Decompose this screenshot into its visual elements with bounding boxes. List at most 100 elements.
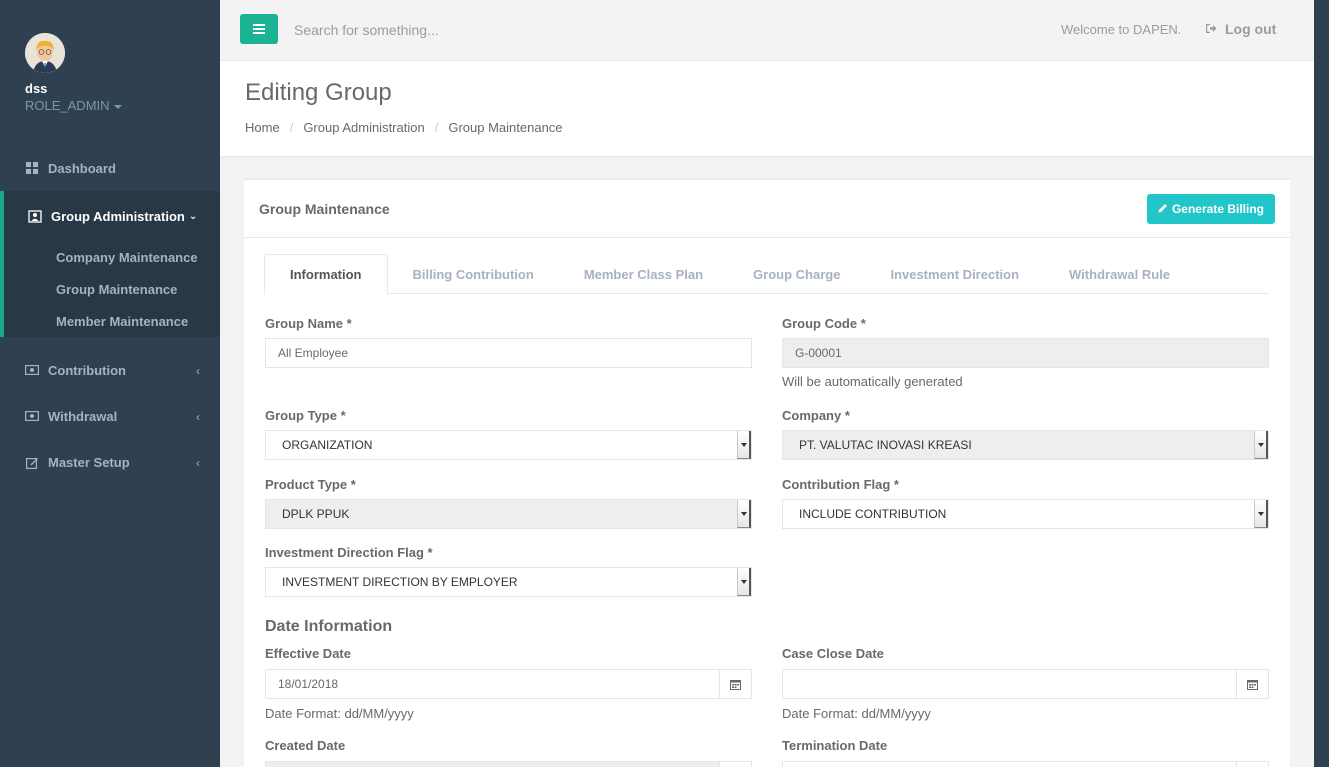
avatar[interactable] xyxy=(25,33,65,73)
tab-information[interactable]: Information xyxy=(264,254,388,295)
sidebar-item-group-administration[interactable]: Group Administration ⌄ xyxy=(4,191,220,241)
sidebar-item-label: Contribution xyxy=(48,362,126,378)
breadcrumb-separator: / xyxy=(434,120,439,135)
chevron-down-icon: ⌄ xyxy=(188,210,198,222)
investment-direction-flag-value: INVESTMENT DIRECTION BY EMPLOYER xyxy=(282,575,518,589)
group-name-input[interactable]: All Employee xyxy=(265,338,752,368)
money-icon xyxy=(25,409,39,423)
breadcrumb-group-maintenance: Group Maintenance xyxy=(448,120,563,135)
generate-billing-label: Generate Billing xyxy=(1171,202,1264,216)
tab-group-charge[interactable]: Group Charge xyxy=(728,254,865,294)
tab-withdrawal-rule[interactable]: Withdrawal Rule xyxy=(1044,254,1195,294)
dropdown-arrow-icon xyxy=(1254,431,1268,459)
contribution-flag-label: Contribution Flag * xyxy=(782,477,899,492)
sidebar-item-withdrawal[interactable]: Withdrawal ‹ xyxy=(0,393,220,439)
generate-billing-button[interactable]: Generate Billing xyxy=(1146,194,1275,224)
group-type-select[interactable]: ORGANIZATION xyxy=(265,430,752,460)
case-close-date-help: Date Format: dd/MM/yyyy xyxy=(782,706,931,721)
sidebar-item-label: Group Administration xyxy=(51,208,185,224)
effective-date-value: 18/01/2018 xyxy=(278,677,339,691)
effective-date-help: Date Format: dd/MM/yyyy xyxy=(265,706,414,721)
calendar-icon[interactable] xyxy=(719,762,751,767)
company-select[interactable]: PT. VALUTAC INOVASI KREASI xyxy=(782,430,1269,460)
dropdown-arrow-icon xyxy=(737,431,751,459)
money-icon xyxy=(25,363,39,377)
calendar-icon[interactable] xyxy=(1236,670,1268,698)
group-name-label: Group Name * xyxy=(265,316,352,331)
chevron-left-icon: ‹ xyxy=(196,410,200,424)
bars-icon xyxy=(253,24,265,34)
group-code-input[interactable]: G-00001 xyxy=(782,338,1269,368)
page-heading: Editing Group Home / Group Administratio… xyxy=(220,61,1314,157)
dropdown-arrow-icon xyxy=(1254,500,1268,528)
sidebar-item-master-setup[interactable]: Master Setup ‹ xyxy=(0,439,220,485)
group-code-label: Group Code * xyxy=(782,316,866,331)
group-maintenance-panel: Group Maintenance Generate Billing Infor… xyxy=(244,178,1290,767)
contribution-flag-select[interactable]: INCLUDE CONTRIBUTION xyxy=(782,499,1269,529)
dropdown-arrow-icon xyxy=(737,568,751,596)
search-input[interactable] xyxy=(294,20,694,40)
chevron-left-icon: ‹ xyxy=(196,364,200,378)
investment-direction-flag-label: Investment Direction Flag * xyxy=(265,545,433,560)
sign-out-icon xyxy=(1205,21,1217,37)
logout-link[interactable]: Log out xyxy=(1205,21,1276,37)
user-name: dss xyxy=(25,81,48,96)
created-date-label: Created Date xyxy=(265,738,346,753)
created-date-input[interactable] xyxy=(265,761,752,767)
date-information-heading: Date Information xyxy=(265,618,393,635)
group-code-help: Will be automatically generated xyxy=(782,374,963,389)
sidebar: dss ROLE_ADMIN Dashboard Group Administr… xyxy=(0,0,220,767)
sidebar-item-dashboard[interactable]: Dashboard xyxy=(0,145,220,191)
sidebar-subitem-member-maintenance[interactable]: Member Maintenance xyxy=(4,305,220,337)
sidebar-item-contribution[interactable]: Contribution ‹ xyxy=(0,347,220,393)
termination-date-label: Termination Date xyxy=(782,738,888,753)
breadcrumb-home[interactable]: Home xyxy=(245,120,280,135)
user-role-dropdown[interactable]: ROLE_ADMIN xyxy=(25,98,122,113)
sidebar-subitem-group-maintenance[interactable]: Group Maintenance xyxy=(4,273,220,305)
tab-investment-direction[interactable]: Investment Direction xyxy=(865,254,1044,294)
product-type-select[interactable]: DPLK PPUK xyxy=(265,499,752,529)
panel-title: Group Maintenance xyxy=(259,201,390,217)
tab-billing-contribution[interactable]: Billing Contribution xyxy=(388,254,559,294)
group-type-label: Group Type * xyxy=(265,408,346,423)
panel-header: Group Maintenance Generate Billing xyxy=(244,180,1290,238)
effective-date-input[interactable]: 18/01/2018 xyxy=(265,669,752,699)
dashboard-icon xyxy=(25,161,39,175)
sidebar-item-label: Withdrawal xyxy=(48,408,118,424)
welcome-message: Welcome to DAPEN. xyxy=(1061,22,1182,37)
logout-label: Log out xyxy=(1225,21,1277,37)
product-type-label: Product Type * xyxy=(265,477,356,492)
product-type-value: DPLK PPUK xyxy=(282,507,350,521)
sidebar-group-administration: Group Administration ⌄ Company Maintenan… xyxy=(0,191,220,337)
breadcrumb-group-administration[interactable]: Group Administration xyxy=(303,120,424,135)
calendar-icon[interactable] xyxy=(1236,762,1268,767)
user-role: ROLE_ADMIN xyxy=(25,98,110,113)
case-close-date-input[interactable] xyxy=(782,669,1269,699)
effective-date-label: Effective Date xyxy=(265,646,351,661)
breadcrumb-separator: / xyxy=(289,120,294,135)
calendar-icon[interactable] xyxy=(719,670,751,698)
chevron-left-icon: ‹ xyxy=(196,456,200,470)
sidebar-item-label: Dashboard xyxy=(48,160,116,176)
tab-bar: Information Billing Contribution Member … xyxy=(264,254,1269,295)
investment-direction-flag-select[interactable]: INVESTMENT DIRECTION BY EMPLOYER xyxy=(265,567,752,597)
company-value: PT. VALUTAC INOVASI KREASI xyxy=(799,438,972,452)
company-label: Company * xyxy=(782,408,850,423)
dropdown-arrow-icon xyxy=(737,500,751,528)
breadcrumb: Home / Group Administration / Group Main… xyxy=(245,120,563,135)
sidebar-item-label: Master Setup xyxy=(48,454,130,470)
pencil-icon xyxy=(1158,202,1168,216)
sidebar-subitem-company-maintenance[interactable]: Company Maintenance xyxy=(4,241,220,273)
termination-date-input[interactable] xyxy=(782,761,1269,767)
profile-block: dss ROLE_ADMIN xyxy=(0,0,220,145)
menu-toggle-button[interactable] xyxy=(240,14,278,44)
caret-down-icon xyxy=(113,104,122,109)
top-navbar: Welcome to DAPEN. Log out xyxy=(220,0,1314,61)
edit-icon xyxy=(25,455,39,469)
contribution-flag-value: INCLUDE CONTRIBUTION xyxy=(799,507,947,521)
right-edge-strip xyxy=(1314,0,1329,767)
tab-member-class-plan[interactable]: Member Class Plan xyxy=(559,254,728,294)
group-type-value: ORGANIZATION xyxy=(282,438,373,452)
case-close-date-label: Case Close Date xyxy=(782,646,884,661)
group-icon xyxy=(28,209,42,223)
